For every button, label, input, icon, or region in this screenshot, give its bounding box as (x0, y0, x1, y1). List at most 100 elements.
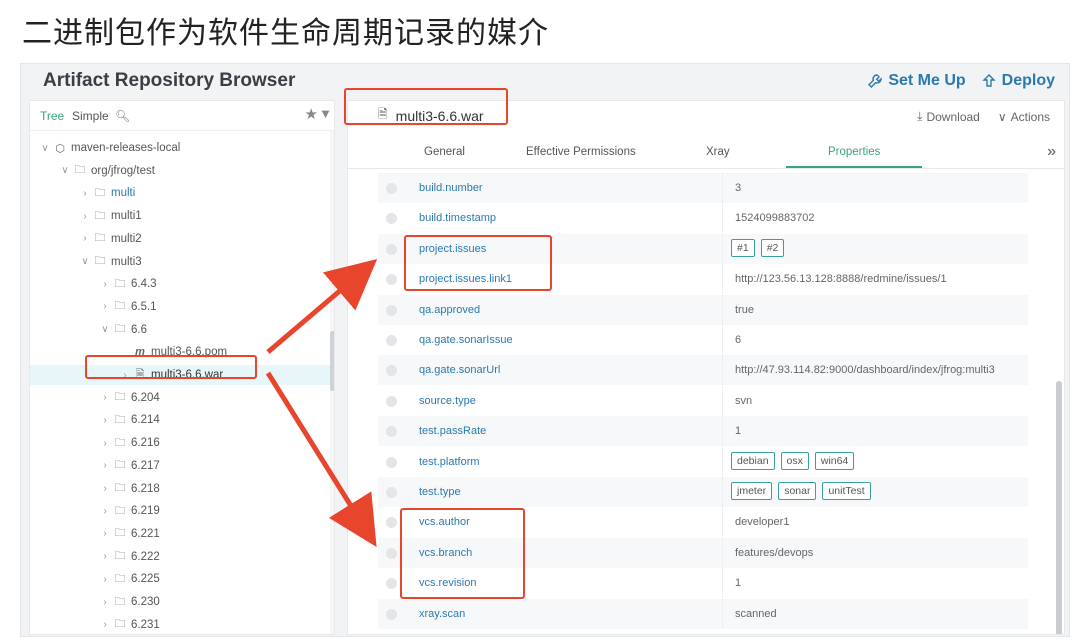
tree-scrollbar-thumb[interactable] (330, 331, 334, 391)
filter-icon[interactable]: ▼ (319, 106, 332, 121)
row-select-radio[interactable] (386, 395, 397, 407)
double-chevron-right-icon[interactable]: » (1047, 143, 1056, 161)
tree-scrollbar[interactable] (330, 131, 334, 634)
tab-xray[interactable]: Xray (706, 146, 730, 158)
chevron-right-icon[interactable]: › (98, 619, 112, 630)
chevron-down-icon[interactable]: ∨ (98, 324, 112, 335)
row-select-radio[interactable] (386, 335, 397, 346)
tree-item[interactable]: › 🗀︎ 6.225 (98, 569, 320, 589)
row-select-radio[interactable] (386, 274, 397, 286)
chevron-right-icon[interactable]: › (98, 460, 112, 471)
tree-item[interactable]: › 🗀︎ 6.216 (98, 433, 320, 453)
tree-item-label: 6.4.3 (131, 278, 157, 291)
tree-panel: Tree Simple 🔍︎ ★ ▼ ∨ ⬡ maven-releases-loca… (29, 100, 335, 635)
property-key: qa.gate.sonarUrl (419, 364, 501, 377)
folder-icon: 🗀︎ (114, 323, 126, 336)
table-row: project.issues.link1 http://123.56.13.128… (378, 264, 1028, 295)
maven-pom-icon: m (135, 346, 145, 359)
column-divider (722, 477, 723, 507)
chevron-right-icon[interactable]: › (78, 211, 92, 222)
property-key: source.type (419, 394, 476, 407)
tree-item[interactable]: › 🗀︎ 6.219 (98, 501, 320, 521)
chevron-down-icon[interactable]: ∨ (78, 256, 92, 267)
chevron-down-icon[interactable]: ∨ (58, 165, 72, 176)
row-select-radio[interactable] (386, 487, 397, 498)
tab-tree[interactable]: Tree (40, 109, 64, 123)
row-select-radio[interactable] (386, 183, 397, 194)
tree-item[interactable]: › 🗀︎ 6.217 (98, 456, 320, 476)
tree-item[interactable]: › 🗀︎ 6.230 (98, 592, 320, 612)
chevron-right-icon[interactable]: › (118, 370, 132, 381)
set-me-up-label: Set Me Up (888, 72, 966, 89)
row-select-radio[interactable] (386, 304, 397, 316)
property-value: developer1 (735, 516, 790, 529)
row-select-radio[interactable] (386, 578, 397, 590)
chevron-right-icon[interactable]: › (98, 438, 112, 449)
tab-properties[interactable]: Properties (828, 146, 880, 158)
chevron-right-icon[interactable]: › (78, 233, 92, 244)
tree-item[interactable]: ∨ 🗀︎ org/jfrog/test (58, 161, 320, 181)
tab-effective-permissions[interactable]: Effective Permissions (526, 146, 636, 158)
chevron-right-icon[interactable]: › (98, 483, 112, 494)
tree-item[interactable]: › 🗀︎ 6.221 (98, 524, 320, 544)
tree-item[interactable]: › 🗀︎ 6.231 (98, 615, 320, 634)
tab-simple[interactable]: Simple (72, 109, 109, 123)
property-value: scanned (735, 607, 777, 620)
row-select-radio[interactable] (386, 456, 397, 468)
actions-button[interactable]: ∨ Actions (998, 109, 1050, 124)
tree-item-label: 6.214 (131, 414, 160, 427)
row-select-radio[interactable] (386, 365, 397, 377)
deploy-button[interactable]: Deploy (981, 72, 1055, 90)
tree-item[interactable]: ∨ 🗀︎ multi3 (78, 252, 320, 272)
property-value: svn (735, 394, 753, 407)
tree-item[interactable]: › 🗀︎ 6.204 (98, 388, 320, 408)
row-select-radio[interactable] (386, 608, 397, 620)
chevron-right-icon[interactable]: › (98, 574, 112, 585)
tab-general[interactable]: General (424, 146, 465, 158)
tree-item[interactable]: › 🗀︎ 6.4.3 (98, 274, 320, 294)
artifact-browser-window: Artifact Repository Browser Set Me Up De… (20, 63, 1070, 637)
row-select-radio[interactable] (386, 213, 397, 225)
chevron-right-icon[interactable]: › (98, 551, 112, 562)
tree-item[interactable]: › 🗀︎ 6.5.1 (98, 297, 320, 317)
tree-item[interactable]: ∨ ⬡ maven-releases-local (38, 138, 320, 158)
jar-file-icon: 🗎︎ (378, 107, 388, 121)
row-select-radio[interactable] (386, 426, 397, 438)
row-select-radio[interactable] (386, 547, 397, 559)
active-tab-underline (786, 166, 922, 168)
chevron-right-icon[interactable]: › (98, 597, 112, 608)
tree-item[interactable]: › 🗀︎ 6.222 (98, 547, 320, 567)
search-icon[interactable]: 🔍︎ (115, 109, 130, 123)
chevron-right-icon[interactable]: › (98, 506, 112, 517)
tree-item[interactable]: › 🗀︎ multi (78, 183, 320, 203)
row-select-radio[interactable] (386, 243, 397, 255)
row-select-radio[interactable] (386, 517, 397, 529)
chevron-right-icon[interactable]: › (98, 301, 112, 312)
chevron-right-icon[interactable]: › (98, 528, 112, 539)
tree-item-label: 6.6 (131, 323, 147, 336)
tree-item[interactable]: › 🗎︎ multi3-6.6.war (30, 365, 330, 385)
chevron-down-icon[interactable]: ∨ (38, 143, 52, 154)
properties-scrollbar[interactable] (1056, 171, 1062, 634)
star-icon[interactable]: ★ (305, 105, 318, 123)
tree-item[interactable]: m multi3-6.6.pom (118, 342, 320, 362)
property-value: 1524099883702 (735, 212, 815, 225)
properties-scrollbar-thumb[interactable] (1056, 381, 1062, 634)
tree-item[interactable]: › 🗀︎ 6.214 (98, 410, 320, 430)
chevron-right-icon[interactable]: › (98, 392, 112, 403)
table-row: source.type svn (378, 385, 1028, 416)
set-me-up-button[interactable]: Set Me Up (868, 72, 966, 90)
tree-item-label: multi (111, 187, 136, 200)
tree-item[interactable]: › 🗀︎ 6.218 (98, 479, 320, 499)
chevron-right-icon[interactable]: › (98, 415, 112, 426)
chevron-right-icon[interactable]: › (98, 279, 112, 290)
tree-item-label: 6.221 (131, 527, 160, 540)
tree-item[interactable]: › 🗀︎ multi2 (78, 229, 320, 249)
property-key: test.type (419, 486, 461, 498)
column-divider (722, 507, 723, 538)
tree-item[interactable]: ∨ 🗀︎ 6.6 (98, 320, 320, 340)
tree-item[interactable]: › 🗀︎ multi1 (78, 206, 320, 226)
folder-icon: 🗀︎ (114, 300, 126, 313)
download-button[interactable]: ⤓ Download (917, 109, 980, 124)
chevron-right-icon[interactable]: › (78, 188, 92, 199)
